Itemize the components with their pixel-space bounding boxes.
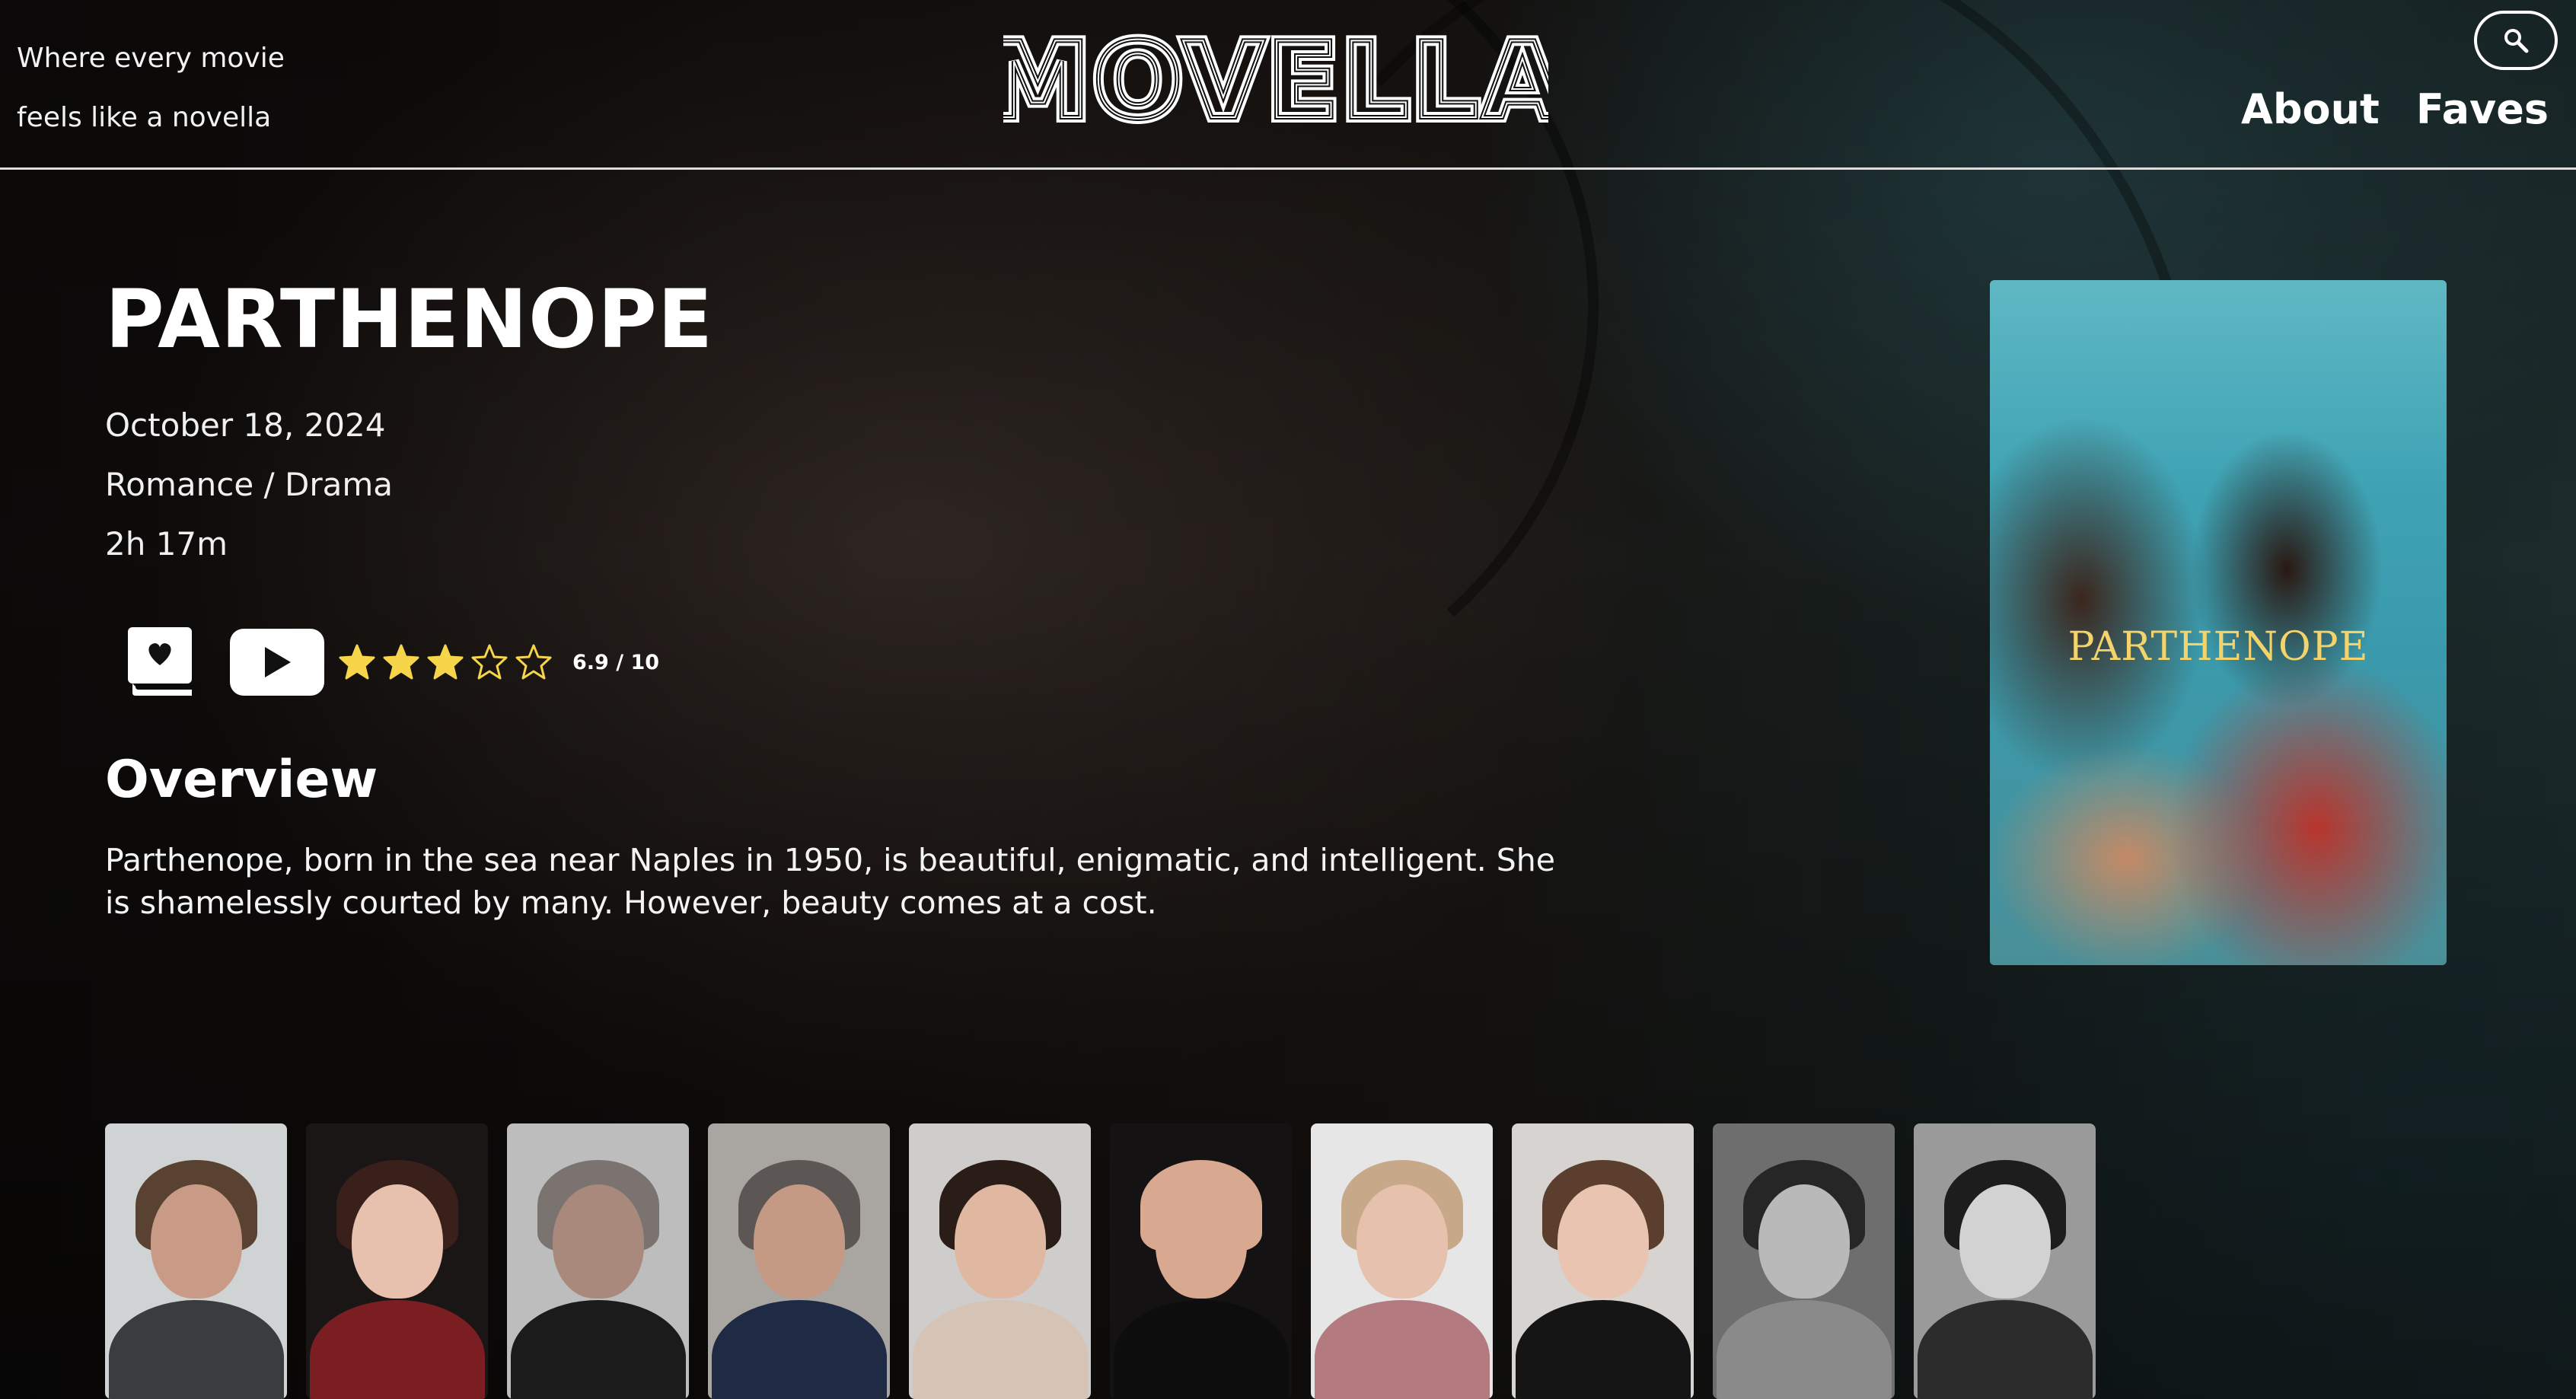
rating-stars	[338, 643, 553, 681]
movie-detail-page: Where every movie feels like a novella M…	[0, 0, 2576, 1399]
star-empty-icon	[471, 644, 508, 680]
star-filled-icon	[383, 644, 419, 680]
search-icon	[2504, 29, 2529, 53]
cast-photo-body	[510, 1300, 686, 1399]
cast-member-photo[interactable]	[708, 1123, 890, 1399]
cast-photo-face	[753, 1184, 845, 1299]
cast-photo-face	[150, 1184, 242, 1299]
cast-photo-face	[351, 1184, 443, 1299]
movie-poster[interactable]: PARTHENOPE	[1990, 280, 2447, 965]
cast-member-photo[interactable]	[306, 1123, 488, 1399]
cast-member-photo[interactable]	[1311, 1123, 1493, 1399]
cast-photo-body	[1515, 1300, 1691, 1399]
cast-photo-body	[1716, 1300, 1892, 1399]
cast-photo-body	[711, 1300, 887, 1399]
cast-photo-face	[1758, 1184, 1850, 1299]
cast-photo-face	[1155, 1184, 1247, 1299]
cast-photo-body	[1113, 1300, 1289, 1399]
runtime: 2h 17m	[105, 525, 228, 562]
cast-member-photo[interactable]	[1713, 1123, 1895, 1399]
movella-logo[interactable]: MOVELLA MOVELLA MOVELLA	[980, 14, 1569, 148]
star-filled-icon	[339, 644, 375, 680]
cast-member-photo[interactable]	[507, 1123, 689, 1399]
bookmark-heart-icon	[128, 627, 192, 696]
cast-photo-body	[108, 1300, 284, 1399]
rating-score: 6.9 / 10	[572, 650, 660, 674]
cast-member-photo[interactable]	[909, 1123, 1091, 1399]
cast-photo-body	[1917, 1300, 2093, 1399]
star-empty-icon	[515, 644, 552, 680]
overview-heading: Overview	[105, 750, 378, 810]
cast-photo-face	[1356, 1184, 1448, 1299]
tagline-line-2: feels like a novella	[17, 102, 272, 133]
play-trailer-button[interactable]	[230, 629, 324, 696]
cast-photo-body	[309, 1300, 485, 1399]
cast-photo-body	[1314, 1300, 1490, 1399]
cast-photo-face	[1959, 1184, 2051, 1299]
cast-member-photo[interactable]	[1914, 1123, 2096, 1399]
main-nav: About Faves	[2241, 85, 2549, 133]
nav-faves[interactable]: Faves	[2416, 85, 2549, 133]
cast-member-photo[interactable]	[105, 1123, 287, 1399]
add-to-faves-button[interactable]	[126, 626, 193, 699]
logo-wordmark: MOVELLA MOVELLA MOVELLA	[980, 14, 1569, 148]
nav-about[interactable]: About	[2241, 85, 2380, 133]
movie-title: PARTHENOPE	[105, 272, 714, 366]
movie-meta: October 18, 2024 Romance / Drama 2h 17m	[105, 396, 393, 574]
cast-photo-body	[912, 1300, 1088, 1399]
header-divider	[0, 167, 2576, 170]
genres: Romance / Drama	[105, 466, 394, 503]
overview-text: Parthenope, born in the sea near Naples …	[105, 842, 1556, 921]
poster-title: PARTHENOPE	[2067, 624, 2369, 670]
tagline: Where every movie feels like a novella	[17, 29, 285, 148]
search-button[interactable]	[2474, 11, 2558, 70]
star-filled-icon	[427, 644, 464, 680]
cast-member-photo[interactable]	[1512, 1123, 1694, 1399]
tagline-line-1: Where every movie	[17, 43, 285, 74]
play-icon	[265, 647, 291, 677]
cast-photo-face	[954, 1184, 1046, 1299]
cast-member-photo[interactable]	[1110, 1123, 1292, 1399]
movie-actions: 6.9 / 10	[126, 624, 659, 700]
cast-photo-face	[552, 1184, 644, 1299]
cast-list	[105, 1123, 2096, 1399]
logo-text-core: MOVELLA	[1003, 30, 1548, 129]
release-date: October 18, 2024	[105, 406, 386, 444]
cast-photo-face	[1557, 1184, 1649, 1299]
